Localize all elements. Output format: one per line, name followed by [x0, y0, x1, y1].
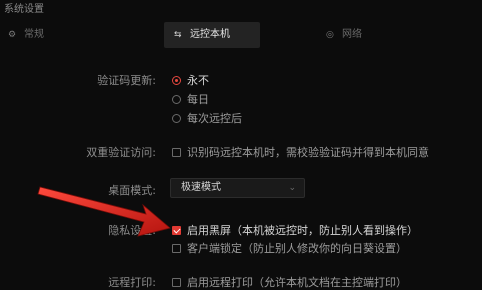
annotation-arrow-icon: [37, 186, 171, 237]
